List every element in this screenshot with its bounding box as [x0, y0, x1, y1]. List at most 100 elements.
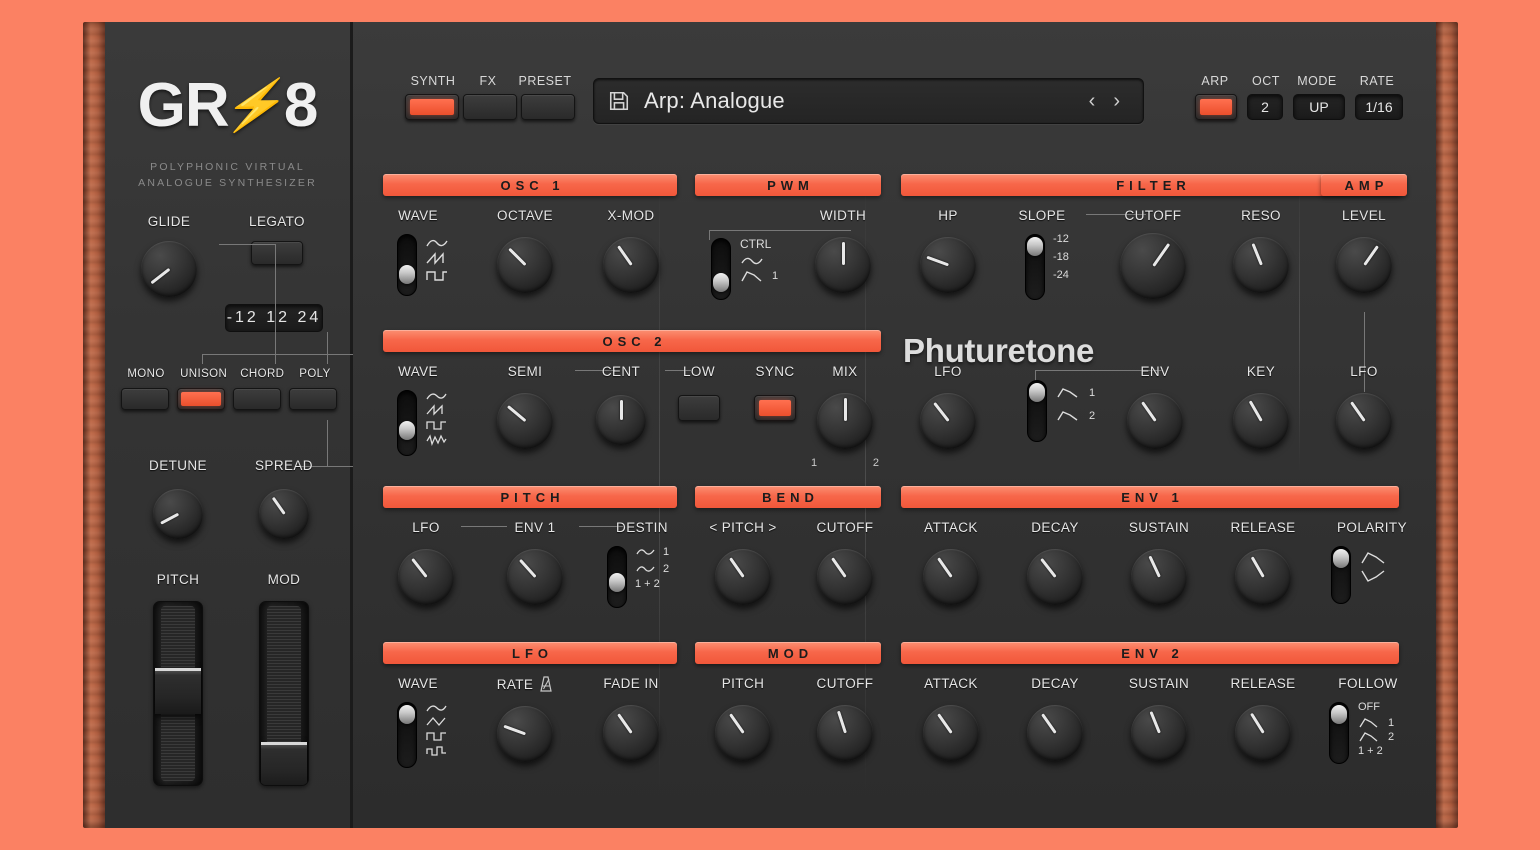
arp-rate-value[interactable]: 1/16 [1355, 94, 1403, 120]
pitch-destin-options: 1 2 1 + 2 [635, 546, 669, 590]
pitch-destin-option-1: 2 [663, 562, 670, 575]
voice-mode-button-poly[interactable] [289, 388, 337, 410]
osc2-semi-knob[interactable] [497, 393, 553, 449]
pitch-lfo-knob[interactable] [398, 549, 454, 605]
env2-sustain-knob[interactable] [1131, 705, 1187, 761]
mod-pitch-knob[interactable] [715, 705, 771, 761]
env1-release-knob[interactable] [1235, 549, 1291, 605]
filter-hp-knob[interactable] [920, 237, 976, 293]
arp-toggle-button[interactable] [1195, 94, 1237, 120]
bend-cutoff-label: CUTOFF [816, 520, 874, 535]
osc2-semi-control: SEMI [475, 364, 575, 449]
connector-line [219, 244, 275, 245]
env1-decay-knob[interactable] [1027, 549, 1083, 605]
detune-knob[interactable] [153, 489, 203, 539]
env1-polarity-label: POLARITY [1337, 520, 1407, 535]
osc1-xmod-control: X-MOD [581, 208, 681, 293]
voice-mode-button-chord[interactable] [233, 388, 281, 410]
lightning-bolt-icon: ⚡ [218, 77, 294, 133]
pitch-destin-option-2: 1 + 2 [635, 578, 660, 590]
bend-cutoff-knob[interactable] [817, 549, 873, 605]
osc2-wave-switch[interactable] [397, 390, 417, 456]
amp-lfo-knob[interactable] [1336, 393, 1392, 449]
pitch-destin-switch[interactable] [607, 546, 627, 608]
mod-cutoff-knob[interactable] [817, 705, 873, 761]
preset-browser[interactable]: Arp: Analogue ‹ › [593, 78, 1144, 124]
tab-label-synth: SYNTH [410, 74, 456, 88]
pwm-ctrl-switch[interactable] [711, 238, 731, 300]
sine-wave-icon [741, 257, 763, 265]
envelope-icon [1057, 388, 1078, 398]
filter-lfo-knob[interactable] [920, 393, 976, 449]
floppy-disk-icon [609, 91, 629, 111]
env2-follow-control: FOLLOW [1315, 676, 1421, 691]
triangle-wave-icon [426, 717, 446, 726]
preset-next-button[interactable]: › [1104, 91, 1129, 111]
filter-env-switch[interactable] [1027, 380, 1047, 442]
page-tab-buttons [405, 94, 575, 120]
env1-sustain-control: SUSTAIN [1111, 520, 1207, 605]
glide-knob[interactable] [141, 241, 197, 297]
env2-attack-knob[interactable] [923, 705, 979, 761]
osc2-sync-button[interactable] [754, 395, 796, 421]
lfo-wave-switch[interactable] [397, 702, 417, 768]
osc1-wave-label: WAVE [398, 208, 438, 223]
section-header-env2: ENV 2 [901, 642, 1399, 664]
spread-knob[interactable] [259, 489, 309, 539]
envelope-icon [1359, 732, 1378, 742]
filter-cutoff-knob[interactable] [1120, 233, 1186, 299]
env1-attack-knob[interactable] [923, 549, 979, 605]
env2-release-knob[interactable] [1235, 705, 1291, 761]
osc2-mix-max-label: 2 [872, 457, 879, 469]
filter-key-knob[interactable] [1233, 393, 1289, 449]
pwm-width-knob[interactable] [815, 237, 871, 293]
filter-env-knob[interactable] [1127, 393, 1183, 449]
arp-oct-value[interactable]: 2 [1247, 94, 1283, 120]
bend-pitch-knob[interactable] [715, 549, 771, 605]
legato-label: LEGATO [249, 214, 305, 229]
env1-polarity-switch[interactable] [1331, 546, 1351, 604]
chord-readout[interactable]: -12 12 24 [225, 304, 323, 332]
pitch-env1-knob[interactable] [507, 549, 563, 605]
voice-mode-button-unison[interactable] [177, 388, 225, 410]
preset-prev-button[interactable]: ‹ [1080, 91, 1105, 111]
osc1-xmod-label: X-MOD [607, 208, 655, 223]
lfo-fadein-knob[interactable] [603, 705, 659, 761]
osc1-xmod-knob[interactable] [603, 237, 659, 293]
tab-preset[interactable] [521, 94, 575, 120]
filter-reso-knob[interactable] [1233, 237, 1289, 293]
env1-sustain-knob[interactable] [1131, 549, 1187, 605]
section-header-bend: BEND [695, 486, 881, 508]
tab-synth[interactable] [405, 94, 459, 120]
filter-slope-switch[interactable] [1025, 234, 1045, 300]
env1-polarity-control: POLARITY [1317, 520, 1427, 535]
lfo-rate-knob[interactable] [497, 706, 553, 762]
mod-wheel[interactable] [259, 601, 309, 786]
voice-mode-label-poly: POLY [299, 368, 331, 380]
tab-fx[interactable] [463, 94, 517, 120]
env2-release-label: RELEASE [1230, 676, 1296, 691]
env2-follow-options: OFF 1 2 1 + 2 [1358, 702, 1394, 757]
env2-follow-switch[interactable] [1329, 702, 1349, 764]
osc1-wave-switch[interactable] [397, 234, 417, 296]
env1-release-control: RELEASE [1215, 520, 1311, 605]
arp-mode-value[interactable]: UP [1293, 94, 1345, 120]
pitch-wheel[interactable] [153, 601, 203, 786]
osc2-wave-switch-group [397, 390, 449, 456]
env2-follow-switch-group: OFF 1 2 1 + 2 [1329, 702, 1394, 764]
env2-decay-knob[interactable] [1027, 705, 1083, 761]
section-header-pitch: PITCH [383, 486, 677, 508]
env1-sustain-label: SUSTAIN [1128, 520, 1190, 535]
pitch-env1-control: ENV 1 [485, 520, 585, 605]
osc2-low-button[interactable] [678, 395, 720, 421]
osc2-cent-knob[interactable] [596, 395, 646, 445]
amp-lfo-control: LFO [1314, 364, 1414, 449]
amp-lfo-label: LFO [1350, 364, 1378, 379]
amp-level-knob[interactable] [1336, 237, 1392, 293]
pitch-destin-switch-group: 1 2 1 + 2 [607, 546, 669, 608]
metronome-icon[interactable] [539, 676, 553, 692]
pwm-ctrl-options: CTRL 1 [740, 238, 778, 284]
osc1-octave-knob[interactable] [497, 237, 553, 293]
voice-mode-button-mono[interactable] [121, 388, 169, 410]
osc2-mix-knob[interactable] [817, 393, 873, 449]
